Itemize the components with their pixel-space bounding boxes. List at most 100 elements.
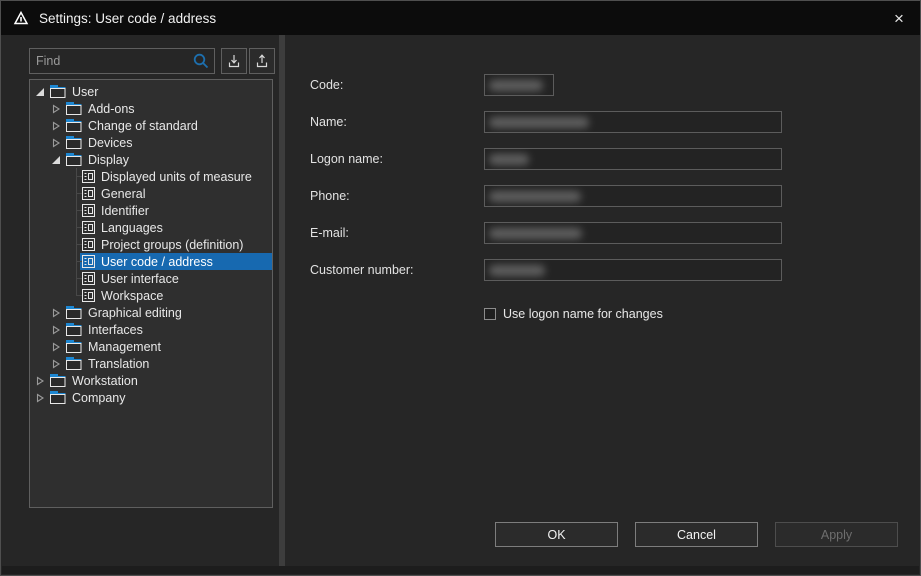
cancel-button[interactable]: Cancel: [635, 522, 758, 547]
tree-connector: [64, 202, 80, 219]
tree-item-label: Change of standard: [88, 119, 198, 133]
tree-item-content[interactable]: Languages: [80, 219, 272, 236]
use-logon-checkbox[interactable]: [484, 308, 496, 320]
import-settings-button[interactable]: [221, 48, 247, 74]
tree-item-user-interface[interactable]: User interface: [30, 270, 272, 287]
tree-item-content[interactable]: Displayed units of measure: [80, 168, 272, 185]
folder-icon: [50, 85, 66, 98]
find-box: [29, 48, 215, 74]
tree-item-workspace[interactable]: Workspace: [30, 287, 272, 304]
tree-item-content[interactable]: Workspace: [80, 287, 272, 304]
tree-item-content[interactable]: Graphical editing: [64, 304, 272, 321]
window-title: Settings: User code / address: [39, 11, 216, 26]
tree-item-company[interactable]: Company: [30, 389, 272, 406]
tree-item-label: Workstation: [72, 374, 138, 388]
tree-selection[interactable]: User code / address: [80, 253, 272, 270]
tree-item-label: Interfaces: [88, 323, 143, 337]
dialog-button-row: OK Cancel Apply: [495, 522, 898, 547]
app-logo-icon: [11, 9, 30, 28]
tree-item-content[interactable]: Identifier: [80, 202, 272, 219]
name-input[interactable]: [484, 111, 782, 133]
expander-collapsed-icon[interactable]: [48, 355, 64, 372]
export-settings-button[interactable]: [249, 48, 275, 74]
tree-item-label: Languages: [101, 221, 163, 235]
logon-name-input[interactable]: [484, 148, 782, 170]
tree-item-identifier[interactable]: Identifier: [30, 202, 272, 219]
search-toolbar: [29, 48, 275, 74]
tree-item-content[interactable]: Change of standard: [64, 117, 272, 134]
tree-item-project-groups-definition[interactable]: Project groups (definition): [30, 236, 272, 253]
tree-item-content[interactable]: User: [48, 83, 272, 100]
folder-icon: [66, 323, 82, 336]
redacted-value: [489, 265, 545, 276]
expander-collapsed-icon[interactable]: [48, 338, 64, 355]
tree-item-label: User interface: [101, 272, 179, 286]
search-icon: [192, 52, 210, 70]
import-arrow-down-icon: [226, 53, 242, 69]
tree-item-management[interactable]: Management: [30, 338, 272, 355]
expander-expanded-icon[interactable]: [48, 151, 64, 168]
tree-item-content[interactable]: Translation: [64, 355, 272, 372]
field-label: Customer number:: [310, 263, 484, 277]
e-mail-input[interactable]: [484, 222, 782, 244]
folder-icon: [50, 391, 66, 404]
field-label: Code:: [310, 78, 484, 92]
redacted-value: [489, 117, 589, 128]
tree-item-translation[interactable]: Translation: [30, 355, 272, 372]
expander-collapsed-icon[interactable]: [48, 134, 64, 151]
tree-item-content[interactable]: Display: [64, 151, 272, 168]
tree-item-graphical-editing[interactable]: Graphical editing: [30, 304, 272, 321]
customer-number-input[interactable]: [484, 259, 782, 281]
tree-connector: [64, 270, 80, 287]
close-button[interactable]: ×: [878, 1, 920, 35]
folder-icon: [50, 374, 66, 387]
expander-collapsed-icon[interactable]: [32, 372, 48, 389]
expander-expanded-icon[interactable]: [32, 83, 48, 100]
tree-item-content[interactable]: Management: [64, 338, 272, 355]
expander-collapsed-icon[interactable]: [48, 100, 64, 117]
tree-item-label: General: [101, 187, 145, 201]
redacted-value: [489, 191, 581, 202]
expander-collapsed-icon[interactable]: [48, 304, 64, 321]
settings-window: Settings: User code / address ×: [0, 0, 921, 576]
tree-item-label: Workspace: [101, 289, 163, 303]
tree-item-general[interactable]: General: [30, 185, 272, 202]
tree-item-add-ons[interactable]: Add-ons: [30, 100, 272, 117]
settings-page-icon: [82, 289, 95, 302]
tree-item-label: Translation: [88, 357, 149, 371]
expander-collapsed-icon[interactable]: [32, 389, 48, 406]
ok-button[interactable]: OK: [495, 522, 618, 547]
expander-collapsed-icon[interactable]: [48, 117, 64, 134]
tree-item-user-code-address[interactable]: User code / address: [30, 253, 272, 270]
tree-item-content[interactable]: General: [80, 185, 272, 202]
tree-connector: [64, 253, 80, 270]
tree-item-content[interactable]: User interface: [80, 270, 272, 287]
tree-item-content[interactable]: Company: [48, 389, 272, 406]
tree-item-content[interactable]: Interfaces: [64, 321, 272, 338]
tree-item-content[interactable]: Workstation: [48, 372, 272, 389]
folder-icon: [66, 306, 82, 319]
tree-item-label: Identifier: [101, 204, 149, 218]
tree-item-content[interactable]: Add-ons: [64, 100, 272, 117]
tree-item-content[interactable]: Project groups (definition): [80, 236, 272, 253]
tree-item-content[interactable]: Devices: [64, 134, 272, 151]
expander-collapsed-icon[interactable]: [48, 321, 64, 338]
find-input[interactable]: [30, 54, 192, 68]
settings-page-icon: [82, 255, 95, 268]
settings-page-icon: [82, 238, 95, 251]
tree-item-workstation[interactable]: Workstation: [30, 372, 272, 389]
tree-item-label: Company: [72, 391, 126, 405]
phone-input[interactable]: [484, 185, 782, 207]
folder-icon: [66, 102, 82, 115]
tree-item-display[interactable]: Display: [30, 151, 272, 168]
tree-item-displayed-units-of-measure[interactable]: Displayed units of measure: [30, 168, 272, 185]
tree-item-change-of-standard[interactable]: Change of standard: [30, 117, 272, 134]
tree-item-devices[interactable]: Devices: [30, 134, 272, 151]
tree-item-label: Add-ons: [88, 102, 135, 116]
redacted-value: [489, 80, 543, 91]
tree-item-languages[interactable]: Languages: [30, 219, 272, 236]
tree-connector: [64, 219, 80, 236]
code-input[interactable]: [484, 74, 554, 96]
tree-item-user[interactable]: User: [30, 83, 272, 100]
tree-item-interfaces[interactable]: Interfaces: [30, 321, 272, 338]
